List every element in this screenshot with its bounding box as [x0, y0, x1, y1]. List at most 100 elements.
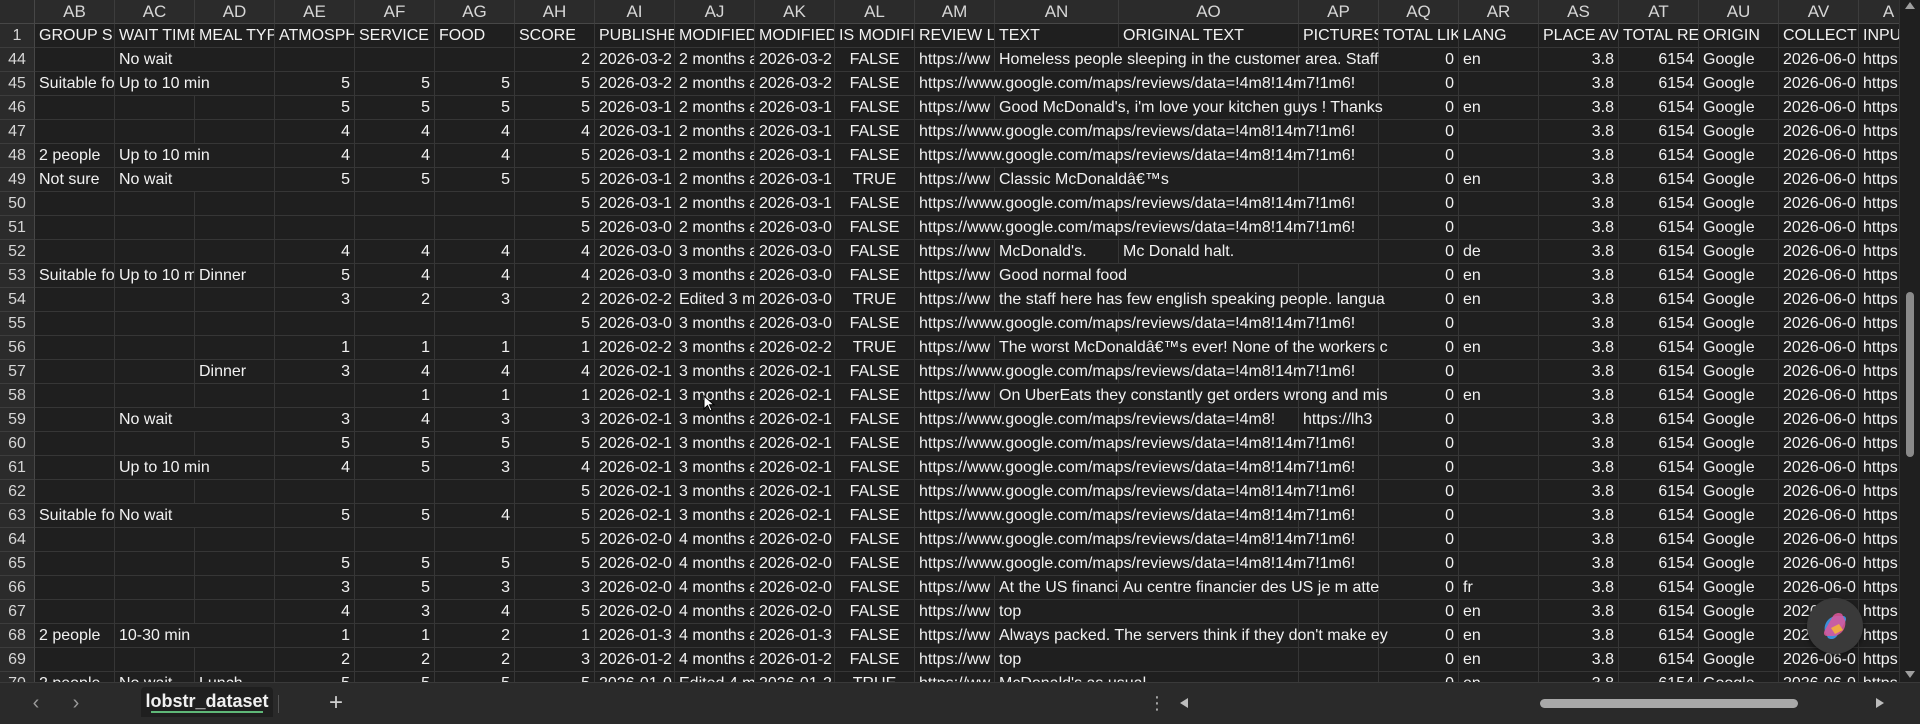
- table-cell[interactable]: 6154: [1619, 624, 1699, 648]
- table-cell[interactable]: [195, 528, 275, 552]
- table-cell[interactable]: 2026-01-2: [755, 672, 835, 682]
- table-cell[interactable]: Au centre financier des US je m atte: [1119, 576, 1379, 600]
- table-cell[interactable]: 2026-02-1: [595, 504, 675, 528]
- table-cell[interactable]: [35, 312, 115, 336]
- table-cell[interactable]: 6154: [1619, 576, 1699, 600]
- table-cell[interactable]: 5: [515, 168, 595, 192]
- table-cell[interactable]: 2: [435, 648, 515, 672]
- table-cell[interactable]: 2 months a: [675, 96, 755, 120]
- table-cell[interactable]: 2026-03-1: [755, 168, 835, 192]
- table-cell[interactable]: 6154: [1619, 504, 1699, 528]
- table-cell[interactable]: 3.8: [1539, 576, 1619, 600]
- table-cell[interactable]: 3.8: [1539, 144, 1619, 168]
- table-cell[interactable]: 6154: [1619, 48, 1699, 72]
- table-cell[interactable]: No wait: [115, 408, 275, 432]
- table-cell[interactable]: Up to 10 min: [115, 144, 275, 168]
- table-cell[interactable]: 2026-02-2: [595, 288, 675, 312]
- table-cell[interactable]: 2 months a: [675, 144, 755, 168]
- table-cell[interactable]: https: [1859, 480, 1899, 504]
- table-cell[interactable]: 4: [515, 240, 595, 264]
- table-cell[interactable]: 2026-02-2: [755, 336, 835, 360]
- row-number[interactable]: 54: [0, 288, 35, 312]
- table-cell[interactable]: 4: [275, 120, 355, 144]
- table-cell[interactable]: McDonald's.: [995, 240, 1119, 264]
- row-number[interactable]: 60: [0, 432, 35, 456]
- table-cell[interactable]: [435, 192, 515, 216]
- table-cell[interactable]: [35, 120, 115, 144]
- table-cell[interactable]: Homeless people sleeping in the customer…: [995, 48, 1379, 72]
- table-cell[interactable]: Mc Donald halt.: [1119, 240, 1379, 264]
- table-cell[interactable]: 6154: [1619, 360, 1699, 384]
- table-cell[interactable]: 5: [435, 72, 515, 96]
- table-cell[interactable]: [195, 120, 275, 144]
- table-cell[interactable]: [115, 360, 195, 384]
- column-header-ak[interactable]: AK: [755, 0, 835, 24]
- table-cell[interactable]: https: [1859, 384, 1899, 408]
- table-cell[interactable]: 3: [275, 360, 355, 384]
- table-cell[interactable]: https://www.google.com/maps/reviews/data…: [915, 360, 1379, 384]
- table-cell[interactable]: 2 people: [35, 672, 115, 682]
- table-cell[interactable]: 2026-03-2: [595, 72, 675, 96]
- table-cell[interactable]: 2026-01-3: [595, 624, 675, 648]
- table-cell[interactable]: Google: [1699, 384, 1779, 408]
- table-cell[interactable]: 5: [515, 144, 595, 168]
- table-cell[interactable]: 5: [275, 96, 355, 120]
- table-cell[interactable]: 3.8: [1539, 360, 1619, 384]
- vertical-scroll-thumb[interactable]: [1906, 292, 1914, 457]
- table-cell[interactable]: 5: [515, 672, 595, 682]
- table-cell[interactable]: 2026-03-0: [595, 312, 675, 336]
- table-cell[interactable]: FALSE: [835, 648, 915, 672]
- table-cell[interactable]: [195, 432, 275, 456]
- table-cell[interactable]: 1: [355, 624, 435, 648]
- table-cell[interactable]: 2026-02-0: [755, 552, 835, 576]
- table-cell[interactable]: TRUE: [835, 672, 915, 682]
- table-cell[interactable]: Google: [1699, 120, 1779, 144]
- table-cell[interactable]: https://www.google.com/maps/reviews/data…: [915, 120, 1379, 144]
- table-cell[interactable]: [195, 384, 275, 408]
- table-cell[interactable]: 2026-03-0: [595, 216, 675, 240]
- table-cell[interactable]: 10-30 min: [115, 624, 275, 648]
- table-cell[interactable]: 2 people: [35, 624, 115, 648]
- table-cell[interactable]: 4: [435, 600, 515, 624]
- table-cell[interactable]: 5: [355, 168, 435, 192]
- table-cell[interactable]: 5: [275, 432, 355, 456]
- table-cell[interactable]: Google: [1699, 408, 1779, 432]
- table-cell[interactable]: https: [1859, 528, 1899, 552]
- table-cell[interactable]: 2026-02-1: [755, 408, 835, 432]
- table-cell[interactable]: 0: [1379, 624, 1459, 648]
- row-number[interactable]: 45: [0, 72, 35, 96]
- column-header-a[interactable]: A: [1859, 0, 1899, 24]
- table-cell[interactable]: [1459, 480, 1539, 504]
- table-cell[interactable]: 4 months a: [675, 648, 755, 672]
- table-cell[interactable]: https: [1859, 264, 1899, 288]
- table-cell[interactable]: en: [1459, 384, 1539, 408]
- table-cell[interactable]: https://www.google.com/maps/reviews/data…: [915, 528, 1379, 552]
- table-cell[interactable]: 3: [435, 456, 515, 480]
- table-cell[interactable]: https: [1859, 456, 1899, 480]
- header-cell[interactable]: MEAL TYPE: [195, 24, 275, 48]
- table-cell[interactable]: [35, 48, 115, 72]
- header-cell[interactable]: MODIFIED: [675, 24, 755, 48]
- table-cell[interactable]: 0: [1379, 672, 1459, 682]
- table-cell[interactable]: 2026-06-0: [1779, 552, 1859, 576]
- table-cell[interactable]: 2026-01-2: [755, 648, 835, 672]
- table-cell[interactable]: 4: [435, 120, 515, 144]
- table-cell[interactable]: [1459, 72, 1539, 96]
- table-cell[interactable]: en: [1459, 336, 1539, 360]
- table-cell[interactable]: 2: [355, 648, 435, 672]
- sheet-tab[interactable]: lobstr_dataset: [141, 687, 273, 717]
- table-cell[interactable]: 0: [1379, 552, 1459, 576]
- table-cell[interactable]: 4: [355, 144, 435, 168]
- table-cell[interactable]: 2026-06-0: [1779, 168, 1859, 192]
- table-cell[interactable]: 4: [435, 144, 515, 168]
- table-cell[interactable]: 2026-03-0: [755, 240, 835, 264]
- table-cell[interactable]: https: [1859, 312, 1899, 336]
- table-cell[interactable]: 2 months a: [675, 120, 755, 144]
- table-cell[interactable]: 0: [1379, 168, 1459, 192]
- table-cell[interactable]: [35, 96, 115, 120]
- table-cell[interactable]: [1459, 552, 1539, 576]
- table-cell[interactable]: [355, 312, 435, 336]
- header-cell[interactable]: ORIGINAL TEXT: [1119, 24, 1299, 48]
- table-cell[interactable]: 4: [275, 144, 355, 168]
- table-cell[interactable]: 0: [1379, 288, 1459, 312]
